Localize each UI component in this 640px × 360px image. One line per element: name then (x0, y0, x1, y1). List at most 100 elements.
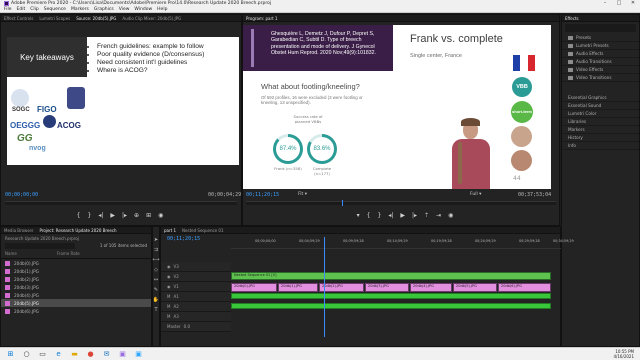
source-time-ruler[interactable] (5, 201, 237, 205)
project-item-selected[interactable]: 20db(5).JPG (1, 299, 151, 307)
project-item[interactable]: 20db(1).JPG (1, 267, 151, 275)
timeline-clip[interactable]: 20db(2).JPG (319, 283, 364, 292)
project-item[interactable]: 20db(4).JPG (1, 291, 151, 299)
system-tray-clock[interactable]: 10:55 PM 4/16/2021 (613, 349, 634, 359)
project-item[interactable]: 20db(3).JPG (1, 283, 151, 291)
audio-clip-a2[interactable] (231, 303, 551, 309)
step-forward-icon[interactable]: |▸ (122, 212, 127, 219)
premiere-taskbar-icon[interactable]: ▣ (117, 349, 128, 360)
lift-icon[interactable]: ⇡ (424, 212, 429, 219)
fit-dropdown[interactable]: Fit ▾ (298, 192, 307, 197)
tab-source[interactable]: Source: 20db(5).JPG (76, 16, 116, 21)
track-header-a1[interactable]: M A1 (161, 292, 231, 302)
tab-audio-clip-mixer[interactable]: Audio Clip Mixer: 20db(5).JPG (122, 16, 181, 21)
tab-program[interactable]: Program: part 1 (246, 16, 278, 21)
step-forward-icon[interactable]: |▸ (412, 212, 417, 219)
mark-in-icon[interactable]: { (77, 212, 81, 219)
project-item[interactable]: 20db(2).JPG (1, 275, 151, 283)
minimize-button[interactable]: – (598, 0, 612, 7)
effects-folder[interactable]: Video Transitions (562, 74, 639, 82)
effects-folder[interactable]: Video Effects (562, 66, 639, 74)
marker-icon[interactable]: ▾ (357, 212, 360, 219)
export-frame-icon[interactable]: ◉ (448, 212, 453, 219)
play-icon[interactable]: ▶ (110, 212, 115, 219)
step-back-icon[interactable]: ◂| (98, 212, 103, 219)
column-header-frame-rate[interactable]: Frame Rate (57, 251, 80, 256)
tab-media-browser[interactable]: Media Browser (4, 228, 34, 233)
timeline-playhead[interactable] (324, 237, 325, 337)
timeline-clip[interactable]: 20db(4).JPG (410, 283, 452, 292)
play-icon[interactable]: ▶ (400, 212, 405, 219)
file-explorer-icon[interactable]: ▬ (69, 349, 80, 360)
chrome-icon[interactable]: ● (85, 349, 96, 360)
track-header-v2[interactable]: ◉ V2 (161, 272, 231, 282)
panel-section[interactable]: Essential Graphics (562, 94, 639, 102)
menu-window[interactable]: Window (134, 7, 152, 12)
program-timecode[interactable]: 00;11;20;15 (246, 192, 279, 198)
razor-tool-icon[interactable]: ◇ (154, 267, 158, 273)
extract-icon[interactable]: ⇥ (436, 212, 441, 219)
timeline-clip[interactable]: 20db(6).JPG (498, 283, 551, 292)
overwrite-icon[interactable]: ⊞ (146, 212, 151, 219)
track-header-a3[interactable]: M A3 (161, 312, 231, 322)
mark-out-icon[interactable]: } (87, 212, 91, 219)
timeline-clip[interactable]: 20db(5).JPG (453, 283, 497, 292)
timeline-clip[interactable]: 20db(0).JPG (231, 283, 277, 292)
panel-section[interactable]: Lumetri Color (562, 110, 639, 118)
windows-start-icon[interactable]: ⊞ (5, 349, 16, 360)
audio-clip-a1[interactable] (231, 293, 551, 299)
pen-tool-icon[interactable]: ✎ (154, 287, 158, 293)
selection-tool-icon[interactable]: ➤ (154, 237, 158, 243)
quality-dropdown[interactable]: Full ▾ (470, 192, 481, 197)
export-frame-icon[interactable]: ◉ (158, 212, 163, 219)
panel-section[interactable]: Essential Sound (562, 102, 639, 110)
close-button[interactable]: ✕ (626, 0, 640, 7)
tab-sequence-part1[interactable]: part 1 (164, 228, 176, 233)
track-header-v1[interactable]: ◉ V1 (161, 282, 231, 292)
track-select-tool-icon[interactable]: ⇉ (154, 247, 158, 253)
effects-folder[interactable]: Presets (562, 34, 639, 42)
timeline-clip-nested[interactable]: Nested Sequence 01 [V] (231, 272, 551, 280)
search-icon[interactable]: ○ (21, 349, 32, 360)
tab-nested-sequence[interactable]: Nested Sequence 01 (182, 228, 223, 233)
insert-icon[interactable]: ⊕ (134, 212, 139, 219)
panel-section[interactable]: Info (562, 142, 639, 150)
menu-view[interactable]: View (119, 7, 130, 12)
menu-file[interactable]: File (4, 7, 12, 12)
menu-markers[interactable]: Markers (71, 7, 89, 12)
menu-help[interactable]: Help (157, 7, 167, 12)
effects-search-input[interactable] (565, 24, 636, 32)
source-timecode-in[interactable]: 00;00;00;00 (5, 192, 38, 198)
track-header-master[interactable]: Master 0.0 (161, 322, 231, 332)
tab-lumetri-scopes[interactable]: Lumetri Scopes (39, 16, 70, 21)
effects-folder[interactable]: Audio Effects (562, 50, 639, 58)
edge-icon[interactable]: e (53, 349, 64, 360)
slip-tool-icon[interactable]: ↔ (154, 277, 158, 283)
effects-folder[interactable]: Audio Transitions (562, 58, 639, 66)
menu-clip[interactable]: Clip (30, 7, 39, 12)
program-time-ruler[interactable] (246, 200, 556, 206)
ripple-edit-tool-icon[interactable]: ⟷ (152, 257, 159, 263)
photoshop-icon[interactable]: ▣ (133, 349, 144, 360)
track-header-a2[interactable]: M A2 (161, 302, 231, 312)
type-tool-icon[interactable]: T (154, 307, 157, 313)
mark-out-icon[interactable]: } (377, 212, 381, 219)
tab-effect-controls[interactable]: Effect Controls (4, 16, 33, 21)
hand-tool-icon[interactable]: ✋ (153, 297, 159, 303)
project-item[interactable]: 20db(0).JPG (1, 259, 151, 267)
column-header-name[interactable]: Name (5, 251, 17, 256)
effects-folder[interactable]: Lumetri Presets (562, 42, 639, 50)
panel-section[interactable]: History (562, 134, 639, 142)
maximize-button[interactable]: □ (612, 0, 626, 7)
tab-project[interactable]: Project: Research Update 2020 Breech (40, 228, 117, 233)
menu-graphics[interactable]: Graphics (94, 7, 114, 12)
project-search-input[interactable] (5, 243, 75, 249)
outlook-icon[interactable]: ✉ (101, 349, 112, 360)
task-view-icon[interactable]: ▭ (37, 349, 48, 360)
timeline-timecode[interactable]: 00;11;20;15 (167, 236, 200, 242)
menu-edit[interactable]: Edit (17, 7, 26, 12)
timeline-clip[interactable]: 20db(1).JPG (278, 283, 318, 292)
track-header-v3[interactable]: ◉ V3 (161, 262, 231, 272)
timeline-ruler[interactable]: 00;00;00;00 00;04;59;29 00;09;59;28 00;1… (231, 237, 574, 249)
mark-in-icon[interactable]: { (367, 212, 371, 219)
